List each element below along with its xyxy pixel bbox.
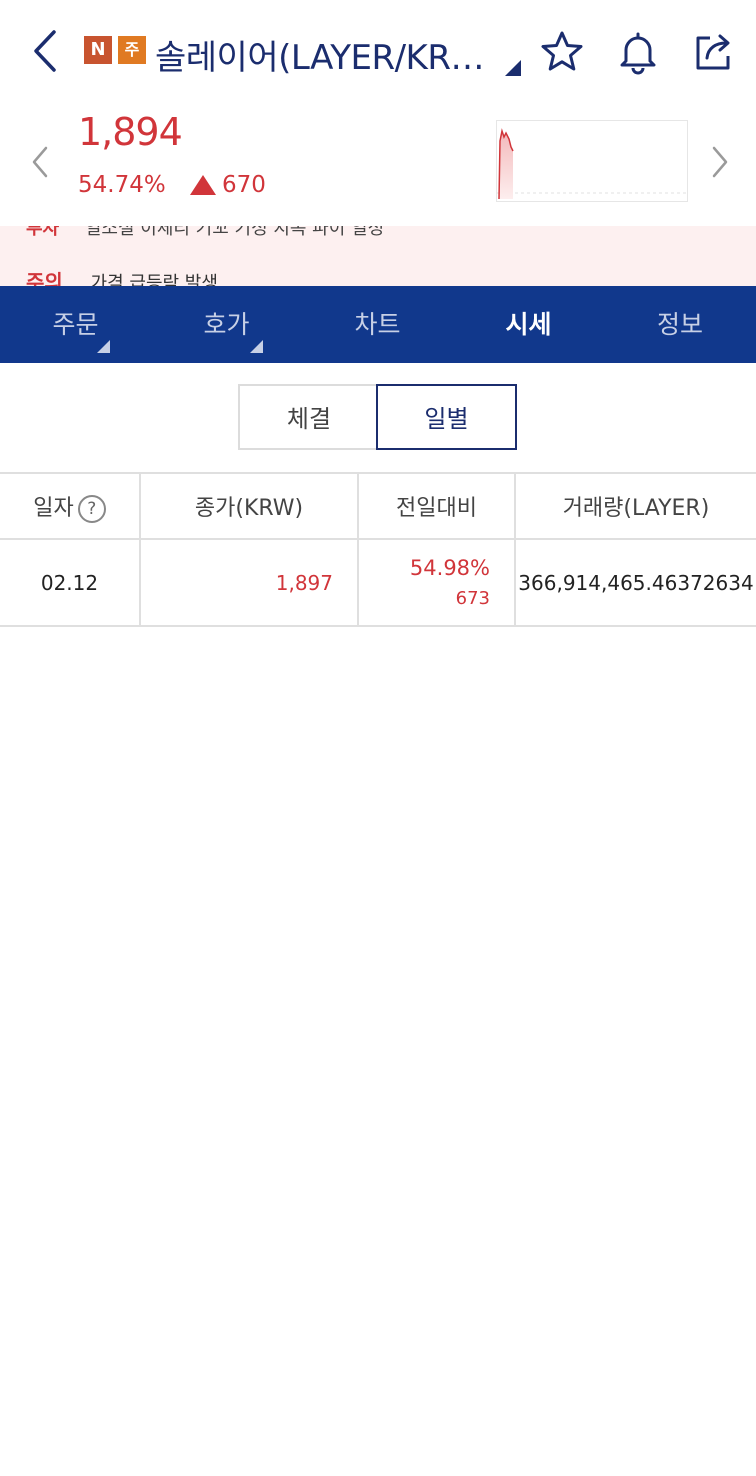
notice-tag: 투자 — [26, 226, 60, 239]
change-amount: 670 — [222, 172, 266, 198]
star-icon[interactable] — [538, 28, 586, 76]
tab-label: 차트 — [354, 310, 401, 339]
cell-volume: 366,914,465.46372634 — [514, 538, 756, 627]
table-row[interactable]: 02.12 1,897 54.98% 673 366,914,465.46372… — [0, 538, 756, 627]
nft-badge: N — [84, 36, 112, 64]
col-header-label: 일자 — [33, 495, 74, 521]
table-header-row: 일자? 종가(KRW) 전일대비 거래량(LAYER) — [0, 472, 756, 540]
next-coin-chevron-icon[interactable] — [708, 142, 732, 182]
tab-label: 호가 — [203, 310, 250, 339]
notice-tag: 주의 — [26, 270, 63, 286]
warning-notice[interactable]: 투자 일소절 이체리 기꼬 기정 지속 파이 일정 주의 가격 급등락 발생 — [0, 226, 756, 286]
cell-date: 02.12 — [0, 538, 141, 627]
share-icon[interactable] — [690, 28, 738, 76]
col-header-close: 종가(KRW) — [139, 472, 359, 540]
tab-chart[interactable]: 차트 — [302, 286, 453, 363]
segment-daily[interactable]: 일별 — [376, 384, 517, 450]
cell-close: 1,897 — [139, 538, 359, 627]
col-header-date: 일자? — [0, 472, 141, 540]
col-header-change: 전일대비 — [357, 472, 516, 540]
daily-price-table: 일자? 종가(KRW) 전일대비 거래량(LAYER) 02.12 1,897 … — [0, 472, 756, 627]
up-triangle-icon — [190, 175, 216, 195]
prev-coin-chevron-icon[interactable] — [28, 142, 52, 182]
tab-menu-caret-icon — [250, 340, 263, 353]
tab-orderbook[interactable]: 호가 — [151, 286, 302, 363]
price-summary: 1,894 54.74% 670 — [0, 100, 756, 226]
notice-row: 투자 일소절 이체리 기꼬 기정 지속 파이 일정 — [26, 226, 384, 240]
change-percent: 54.74% — [78, 172, 166, 198]
caution-badge: 주 — [118, 36, 146, 64]
tab-label: 주문 — [52, 310, 99, 339]
tab-label: 정보 — [656, 310, 703, 339]
bell-icon[interactable] — [614, 28, 662, 76]
back-icon[interactable] — [28, 26, 62, 76]
change-rate: 54.98% — [409, 556, 490, 580]
mini-price-chart[interactable] — [496, 120, 688, 202]
current-price: 1,894 — [78, 110, 183, 154]
main-tab-bar: 주문 호가 차트 시세 정보 — [0, 286, 756, 363]
help-icon[interactable]: ? — [77, 494, 106, 523]
notice-text: 가격 급등락 발생 — [90, 273, 218, 286]
change-amount-cell: 673 — [455, 588, 490, 609]
coin-select-caret-icon[interactable] — [505, 60, 521, 76]
top-bar: N 주 솔레이어(LAYER/KR… — [0, 0, 756, 100]
cell-change: 54.98% 673 — [357, 538, 516, 627]
tab-order[interactable]: 주문 — [0, 286, 151, 363]
segment-trades[interactable]: 체결 — [238, 384, 378, 450]
notice-text: 일소절 이체리 기꼬 기정 지속 파이 일정 — [84, 226, 385, 239]
coin-title[interactable]: 솔레이어(LAYER/KR… — [155, 30, 484, 79]
tab-market-price[interactable]: 시세 — [453, 286, 604, 363]
tab-label: 시세 — [505, 310, 552, 339]
tab-info[interactable]: 정보 — [604, 286, 756, 363]
col-header-volume: 거래량(LAYER) — [514, 472, 756, 540]
tab-menu-caret-icon — [97, 340, 110, 353]
notice-row: 주의 가격 급등락 발생 — [26, 266, 218, 286]
